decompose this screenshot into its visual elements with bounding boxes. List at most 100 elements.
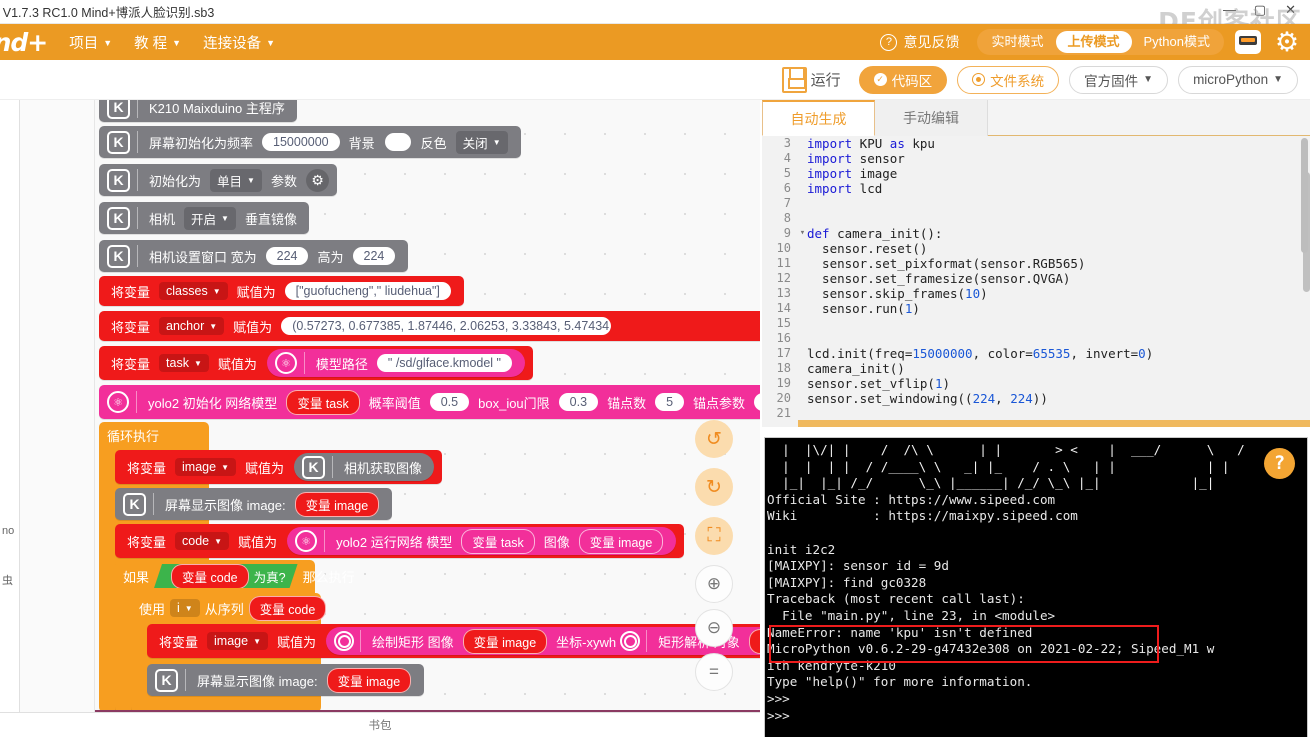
fold-toggle-icon[interactable] [798, 211, 807, 226]
block-hat-main-program[interactable]: K K210 Maixduino 主程序 [99, 100, 297, 122]
code-line[interactable]: 5 import image [762, 166, 1310, 181]
fold-toggle-icon[interactable] [798, 181, 807, 196]
code-line[interactable]: 21 [762, 406, 1310, 421]
mode-realtime-button[interactable]: 实时模式 [979, 31, 1055, 53]
tab-auto-generate[interactable]: 自动生成 [762, 100, 875, 136]
window-minimize-button[interactable]: — [1223, 2, 1236, 17]
robot-icon[interactable] [1233, 27, 1263, 57]
if-condition-var[interactable]: 变量 code [171, 564, 249, 589]
zoom-reset-button[interactable]: = [695, 653, 733, 691]
mode-python-button[interactable]: Python模式 [1132, 31, 1222, 53]
fold-toggle-icon[interactable] [798, 136, 807, 151]
category-label-2[interactable]: 虫 [2, 572, 13, 588]
fit-to-screen-button[interactable]: ⛶ [695, 517, 733, 555]
code-line[interactable]: 10 sensor.reset() [762, 241, 1310, 256]
model-path-input[interactable]: " /sd/glface.kmodel " [376, 354, 512, 372]
editor-vertical-scrollbar[interactable] [1301, 138, 1308, 253]
fold-toggle-icon[interactable] [798, 391, 807, 406]
menu-item-project[interactable]: 项目 ▼ [69, 32, 112, 53]
tab-manual-edit[interactable]: 手动编辑 [875, 100, 988, 136]
block-set-code-yolo2run[interactable]: 将变量 code ▼ 赋值为 ⚛ yolo2 运行网络 模型 变量 task 图… [115, 524, 685, 558]
code-line[interactable]: 14 sensor.run(1) [762, 301, 1310, 316]
yolo2-run-img-arg[interactable]: 变量 image [578, 528, 664, 554]
block-set-classes[interactable]: 将变量 classes ▼ 赋值为 ["guofucheng"," liudeh… [99, 276, 464, 306]
help-icon[interactable]: ? [1264, 448, 1295, 479]
fold-toggle-icon[interactable] [798, 286, 807, 301]
file-system-tab[interactable]: 文件系统 [957, 65, 1060, 94]
draw-rect-var-dropdown[interactable]: image ▼ [207, 632, 268, 650]
code-line[interactable]: 11 sensor.set_pixformat(sensor.RGB565) [762, 256, 1310, 271]
redo-button[interactable]: ↻ [695, 468, 733, 506]
fold-toggle-icon[interactable] [798, 196, 807, 211]
camera-state-dropdown[interactable]: 开启 ▼ [184, 206, 236, 230]
for-seq-arg[interactable]: 变量 code [248, 595, 327, 621]
fold-toggle-icon[interactable] [798, 376, 807, 391]
screen-init-freq-input[interactable]: 15000000 [262, 133, 340, 151]
set-classes-var-dropdown[interactable]: classes ▼ [159, 282, 228, 300]
code-line[interactable]: 3 import KPU as kpu [762, 136, 1310, 151]
screen-init-invert-dropdown[interactable]: 关闭 ▼ [455, 130, 508, 154]
interpreter-dropdown[interactable]: microPython ▼ [1178, 65, 1298, 94]
yolo2-init-model-arg[interactable]: 变量 task [286, 389, 360, 415]
set-anchor-value-input[interactable]: (0.57273, 0.677385, 1.87446, 2.06253, 3.… [281, 317, 612, 335]
block-yolo2-init[interactable]: ⚛ yolo2 初始化 网络模型 变量 task 概率阈值 0.5 box_io… [99, 385, 760, 419]
fold-toggle-icon[interactable] [798, 346, 807, 361]
block-screen-init[interactable]: K 屏幕初始化为频率 15000000 背景 反色 关闭 ▼ [99, 126, 521, 158]
screen-init-color-swatch[interactable] [384, 133, 411, 151]
code-line[interactable]: 12 sensor.set_framesize(sensor.QVGA) [762, 271, 1310, 286]
code-line[interactable]: 13 sensor.skip_frames(10) [762, 286, 1310, 301]
category-label-1[interactable]: no [2, 525, 14, 537]
camera-window-height-input[interactable]: 224 [352, 247, 396, 265]
yolo2-iou-input[interactable]: 0.3 [558, 393, 599, 411]
code-line[interactable]: 8 [762, 211, 1310, 226]
mode-upload-button[interactable]: 上传模式 [1055, 31, 1132, 53]
fold-toggle-icon[interactable] [798, 316, 807, 331]
rect-parse-arg[interactable]: 变量 i [748, 628, 760, 654]
block-camera-vflip[interactable]: K 相机 开启 ▼ 垂直镜像 [99, 202, 309, 234]
gear-icon[interactable]: ⚙ [1272, 27, 1302, 57]
for-iter-var-dropdown[interactable]: i ▼ [170, 599, 200, 617]
fold-toggle-icon[interactable]: ▾ [798, 226, 807, 241]
block-model-path[interactable]: ⚛ 模型路径 " /sd/glface.kmodel " [266, 349, 525, 377]
window-maximize-button[interactable]: ▢ [1254, 2, 1266, 18]
code-line[interactable]: 18 camera_init() [762, 361, 1310, 376]
code-line[interactable]: 17 lcd.init(freq=15000000, color=65535, i… [762, 346, 1310, 361]
set-classes-value-input[interactable]: ["guofucheng"," liudehua"] [284, 282, 451, 300]
code-line[interactable]: 6 import lcd [762, 181, 1310, 196]
feedback-button[interactable]: ? 意见反馈 [880, 32, 959, 52]
block-show-image-2[interactable]: K 屏幕显示图像 image: 变量 image [147, 664, 425, 696]
block-camera-window[interactable]: K 相机设置窗口 宽为 224 高为 224 [99, 240, 409, 272]
fold-toggle-icon[interactable] [798, 241, 807, 256]
category-palette[interactable]: no 虫 [0, 100, 20, 712]
yolo2-anchor-num-input[interactable]: 5 [655, 393, 685, 411]
blocks-workspace[interactable]: no 虫 K K210 Maixduino 主程序 K 屏幕初始化为频率 150… [0, 100, 760, 712]
block-set-image-drawrect[interactable]: 将变量 image ▼ 赋值为 绘制矩形 图像 变量 image 坐标-xywh [147, 624, 760, 658]
init-as-mode-dropdown[interactable]: 单目 ▼ [210, 168, 262, 192]
block-init-as[interactable]: K 初始化为 单目 ▼ 参数 ⚙ [99, 164, 337, 196]
fold-toggle-icon[interactable] [798, 256, 807, 271]
zoom-in-button[interactable]: ⊕ [695, 565, 733, 603]
yolo2-anchor-param-input[interactable]: anchor [754, 393, 760, 411]
set-image-var-dropdown[interactable]: image ▼ [175, 458, 236, 476]
backpack-bar[interactable]: 书包 [0, 712, 760, 737]
code-line[interactable]: 16 [762, 331, 1310, 346]
set-anchor-var-dropdown[interactable]: anchor ▼ [159, 317, 225, 335]
fold-toggle-icon[interactable] [798, 331, 807, 346]
window-close-button[interactable]: ✕ [1285, 2, 1296, 18]
show-image-2-arg[interactable]: 变量 image [326, 667, 412, 693]
set-task-var-dropdown[interactable]: task ▼ [159, 354, 209, 372]
set-code-var-dropdown[interactable]: code ▼ [175, 532, 230, 550]
blocks-canvas[interactable]: K K210 Maixduino 主程序 K 屏幕初始化为频率 15000000… [95, 100, 760, 712]
camera-window-width-input[interactable]: 224 [265, 247, 309, 265]
fold-toggle-icon[interactable] [798, 271, 807, 286]
code-line[interactable]: 7 [762, 196, 1310, 211]
fold-toggle-icon[interactable] [798, 166, 807, 181]
draw-rect-image-arg[interactable]: 变量 image [462, 628, 548, 654]
block-set-anchor[interactable]: 将变量 anchor ▼ 赋值为 (0.57273, 0.677385, 1.8… [99, 311, 760, 341]
code-line[interactable]: 9 ▾ def camera_init(): [762, 226, 1310, 241]
menu-item-connect-device[interactable]: 连接设备 ▼ [203, 32, 275, 53]
block-yolo2-run[interactable]: ⚛ yolo2 运行网络 模型 变量 task 图像 变量 image [287, 527, 677, 555]
code-editor[interactable]: 3 import KPU as kpu 4 import sensor 5 import … [762, 136, 1310, 427]
if-condition-slot[interactable]: 变量 code 为真? [154, 564, 298, 588]
fold-toggle-icon[interactable] [798, 406, 807, 421]
